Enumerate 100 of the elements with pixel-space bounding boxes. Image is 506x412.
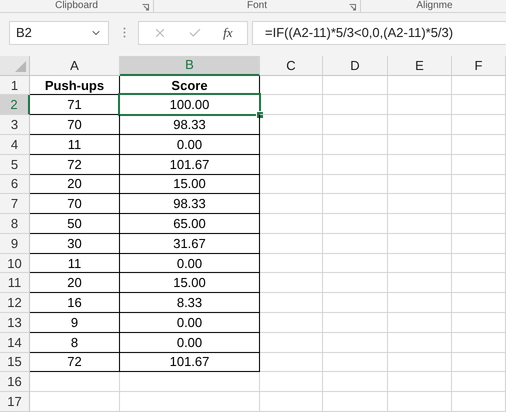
empty-cell[interactable] <box>452 135 506 155</box>
table-cell[interactable]: 98.33 <box>120 194 260 214</box>
empty-cell[interactable] <box>452 234 506 254</box>
empty-cell[interactable] <box>260 372 323 392</box>
empty-cell[interactable] <box>323 392 388 412</box>
empty-cell[interactable] <box>323 273 388 294</box>
table-cell[interactable]: 72 <box>30 352 120 372</box>
dialog-launcher-icon[interactable] <box>142 4 149 11</box>
empty-cell[interactable] <box>452 332 506 353</box>
empty-cell[interactable] <box>323 95 388 116</box>
row-header[interactable]: 7 <box>0 194 30 214</box>
empty-cell[interactable] <box>388 234 452 254</box>
empty-cell[interactable] <box>388 76 452 96</box>
table-cell[interactable]: 101.67 <box>120 352 260 372</box>
table-cell[interactable]: 70 <box>30 115 120 135</box>
table-cell[interactable]: 65.00 <box>120 214 260 234</box>
row-header[interactable]: 9 <box>0 234 30 254</box>
empty-cell[interactable] <box>388 313 452 333</box>
row-header[interactable]: 10 <box>0 254 30 274</box>
empty-cell[interactable] <box>452 372 506 392</box>
empty-cell[interactable] <box>260 332 323 353</box>
table-cell[interactable]: 72 <box>30 154 120 175</box>
empty-cell[interactable] <box>260 293 323 314</box>
row-header[interactable]: 11 <box>0 273 30 294</box>
table-cell[interactable]: 98.33 <box>120 115 260 135</box>
row-header[interactable]: 1 <box>0 76 30 96</box>
empty-cell[interactable] <box>260 194 323 214</box>
empty-cell[interactable] <box>260 392 323 412</box>
empty-cell[interactable] <box>323 254 388 274</box>
empty-cell[interactable] <box>260 76 323 96</box>
table-cell[interactable]: 16 <box>30 293 120 314</box>
empty-cell[interactable] <box>120 372 260 392</box>
empty-cell[interactable] <box>323 352 388 372</box>
formula-field[interactable]: =IF((A2-11)*5/3<0,0,(A2-11)*5/3) <box>252 20 506 45</box>
empty-cell[interactable] <box>388 135 452 155</box>
empty-cell[interactable] <box>260 174 323 194</box>
table-cell[interactable]: 8.33 <box>120 293 260 314</box>
row-header[interactable]: 5 <box>0 154 30 175</box>
row-header[interactable]: 16 <box>0 372 30 392</box>
empty-cell[interactable] <box>452 115 506 135</box>
empty-cell[interactable] <box>452 392 506 412</box>
empty-cell[interactable] <box>260 154 323 175</box>
table-cell[interactable]: 15.00 <box>120 273 260 294</box>
table-cell[interactable]: 0.00 <box>120 254 260 274</box>
empty-cell[interactable] <box>323 214 388 234</box>
empty-cell[interactable] <box>323 154 388 175</box>
table-cell[interactable]: 0.00 <box>120 332 260 353</box>
column-header[interactable]: D <box>323 56 388 76</box>
column-header[interactable]: F <box>452 56 506 76</box>
empty-cell[interactable] <box>260 352 323 372</box>
empty-cell[interactable] <box>452 214 506 234</box>
column-header[interactable]: C <box>260 56 323 76</box>
empty-cell[interactable] <box>260 135 323 155</box>
empty-cell[interactable] <box>452 174 506 194</box>
table-cell[interactable]: 11 <box>30 254 120 274</box>
table-cell[interactable]: Score <box>120 76 260 96</box>
empty-cell[interactable] <box>323 372 388 392</box>
empty-cell[interactable] <box>452 293 506 314</box>
row-header[interactable]: 13 <box>0 313 30 333</box>
column-header[interactable]: E <box>388 56 452 76</box>
row-header[interactable]: 17 <box>0 392 30 412</box>
empty-cell[interactable] <box>452 76 506 96</box>
empty-cell[interactable] <box>388 115 452 135</box>
row-header[interactable]: 12 <box>0 293 30 314</box>
table-cell[interactable]: 31.67 <box>120 234 260 254</box>
column-header[interactable]: B <box>120 56 260 76</box>
empty-cell[interactable] <box>323 76 388 96</box>
empty-cell[interactable] <box>452 254 506 274</box>
empty-cell[interactable] <box>388 214 452 234</box>
insert-function-button[interactable]: fx <box>223 24 233 41</box>
empty-cell[interactable] <box>452 273 506 294</box>
empty-cell[interactable] <box>452 154 506 175</box>
table-cell[interactable]: 70 <box>30 194 120 214</box>
empty-cell[interactable] <box>388 194 452 214</box>
table-cell[interactable]: 71 <box>30 95 120 116</box>
table-cell[interactable]: Push-ups <box>30 76 120 96</box>
empty-cell[interactable] <box>323 313 388 333</box>
row-header[interactable]: 15 <box>0 352 30 372</box>
empty-cell[interactable] <box>388 174 452 194</box>
table-cell[interactable]: 0.00 <box>120 135 260 155</box>
empty-cell[interactable] <box>388 392 452 412</box>
empty-cell[interactable] <box>260 313 323 333</box>
table-cell[interactable]: 15.00 <box>120 174 260 194</box>
empty-cell[interactable] <box>260 214 323 234</box>
row-header[interactable]: 14 <box>0 332 30 353</box>
empty-cell[interactable] <box>388 293 452 314</box>
empty-cell[interactable] <box>260 234 323 254</box>
table-cell[interactable]: 11 <box>30 135 120 155</box>
table-cell[interactable]: 101.67 <box>120 154 260 175</box>
empty-cell[interactable] <box>388 273 452 294</box>
empty-cell[interactable] <box>388 332 452 353</box>
row-header[interactable]: 8 <box>0 214 30 234</box>
column-header[interactable]: A <box>30 56 120 76</box>
empty-cell[interactable] <box>260 273 323 294</box>
empty-cell[interactable] <box>120 392 260 412</box>
empty-cell[interactable] <box>260 95 323 116</box>
table-cell[interactable]: 9 <box>30 313 120 333</box>
empty-cell[interactable] <box>323 194 388 214</box>
empty-cell[interactable] <box>388 95 452 116</box>
empty-cell[interactable] <box>388 254 452 274</box>
